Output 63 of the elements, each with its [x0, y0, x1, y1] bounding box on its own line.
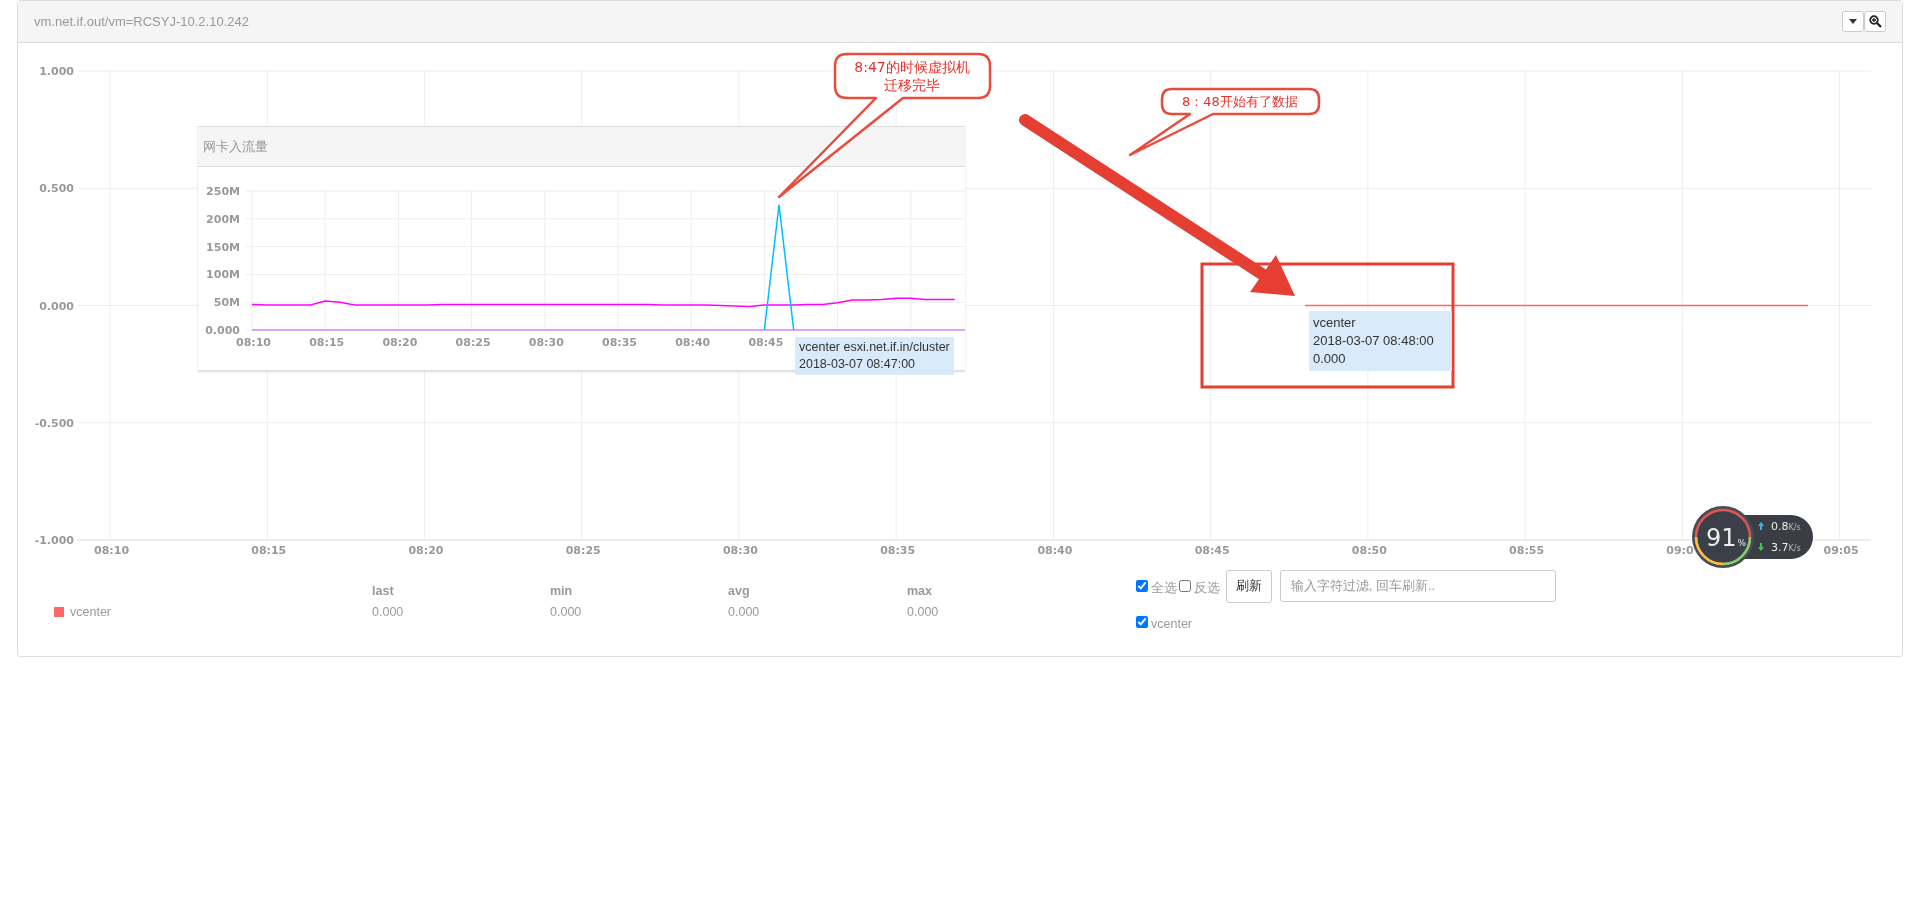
axis-label: 50M	[213, 296, 240, 310]
axis-label: 1.000	[39, 65, 74, 78]
checkbox[interactable]	[1136, 580, 1148, 593]
axis-label: 08:10	[94, 544, 130, 557]
chart-tooltip: vcenter esxi.net.if.in/cluster 2018-03-07 08:47:00	[795, 337, 954, 375]
download-speed: 3.7K/s	[1771, 541, 1801, 554]
inset-title: 网卡入流量	[198, 126, 965, 167]
axis-label: 0.500	[39, 182, 74, 196]
axis-label: 08:15	[309, 336, 345, 349]
axis-label: 08:20	[382, 336, 418, 349]
legend-value: 0.000	[728, 603, 761, 621]
legend-value: 0.000	[372, 603, 405, 621]
axis-label: 08:30	[722, 544, 758, 557]
axis-label: 08:45	[748, 336, 784, 349]
dropdown-button[interactable]	[1842, 11, 1864, 32]
column-header: avg	[728, 583, 751, 600]
legend-label: vcenter	[70, 604, 111, 619]
axis-label: 08:30	[528, 336, 564, 349]
axis-label: 08:20	[408, 544, 444, 557]
axis-label: 08:35	[880, 544, 916, 557]
series-label: vcenter	[1151, 615, 1192, 633]
axis-label: 08:25	[455, 336, 491, 349]
axis-label: 08:45	[1194, 544, 1230, 557]
checkbox[interactable]	[1136, 616, 1148, 629]
axis-label: 08:55	[1509, 544, 1545, 557]
zoom-button[interactable]	[1864, 11, 1886, 32]
axis-label: 08:15	[251, 544, 287, 557]
axis-label: 09:0	[1666, 544, 1694, 557]
chart-tooltip: vcenter 2018-03-07 08:48:00 0.000	[1309, 311, 1452, 371]
column-header: min	[550, 583, 574, 600]
upload-speed: 0.8K/s	[1771, 520, 1801, 533]
axis-label: 08:50	[1351, 544, 1387, 557]
axis-label: 08:40	[1037, 544, 1073, 557]
axis-label: -0.500	[34, 416, 74, 430]
caret-icon	[1849, 19, 1857, 24]
axis-label: 0.000	[39, 299, 74, 313]
axis-label: 0.000	[205, 324, 240, 337]
zoom-in-icon	[1868, 15, 1882, 28]
percent-reading: 91%	[1706, 524, 1747, 552]
axis-label: 08:25	[565, 544, 601, 557]
axis-label: 250M	[206, 185, 240, 198]
axis-label: 200M	[206, 212, 240, 226]
callout-text: 8：48开始有了数据	[1182, 94, 1298, 109]
axis-label: 09:05	[1823, 544, 1859, 557]
upload-arrow-icon	[1758, 522, 1764, 530]
select-all-label: 全选	[1151, 580, 1177, 597]
panel-title: vm.net.if.out/vm=RCSYJ-10.2.10.242	[34, 12, 249, 31]
filter-input[interactable]: 输入字符过滤, 回车刷新..	[1280, 570, 1556, 603]
column-header: last	[372, 583, 395, 600]
legend-value: 0.000	[550, 603, 583, 621]
invert-selection-label: 反选	[1194, 580, 1220, 597]
axis-label: 08:10	[236, 336, 271, 349]
callout-text: 8:47的时候虚拟机 迁移完毕	[854, 59, 970, 93]
axis-label: 150M	[206, 240, 240, 254]
refresh-button[interactable]: 刷新	[1226, 570, 1272, 603]
download-arrow-icon	[1758, 543, 1764, 551]
axis-label: -1.000	[34, 534, 74, 547]
axis-label: 100M	[206, 268, 240, 282]
axis-label: 08:35	[602, 336, 637, 349]
axis-label: 08:40	[675, 336, 711, 349]
checkbox[interactable]	[1179, 580, 1191, 593]
column-header: max	[907, 583, 934, 600]
legend-value: 0.000	[907, 603, 940, 621]
